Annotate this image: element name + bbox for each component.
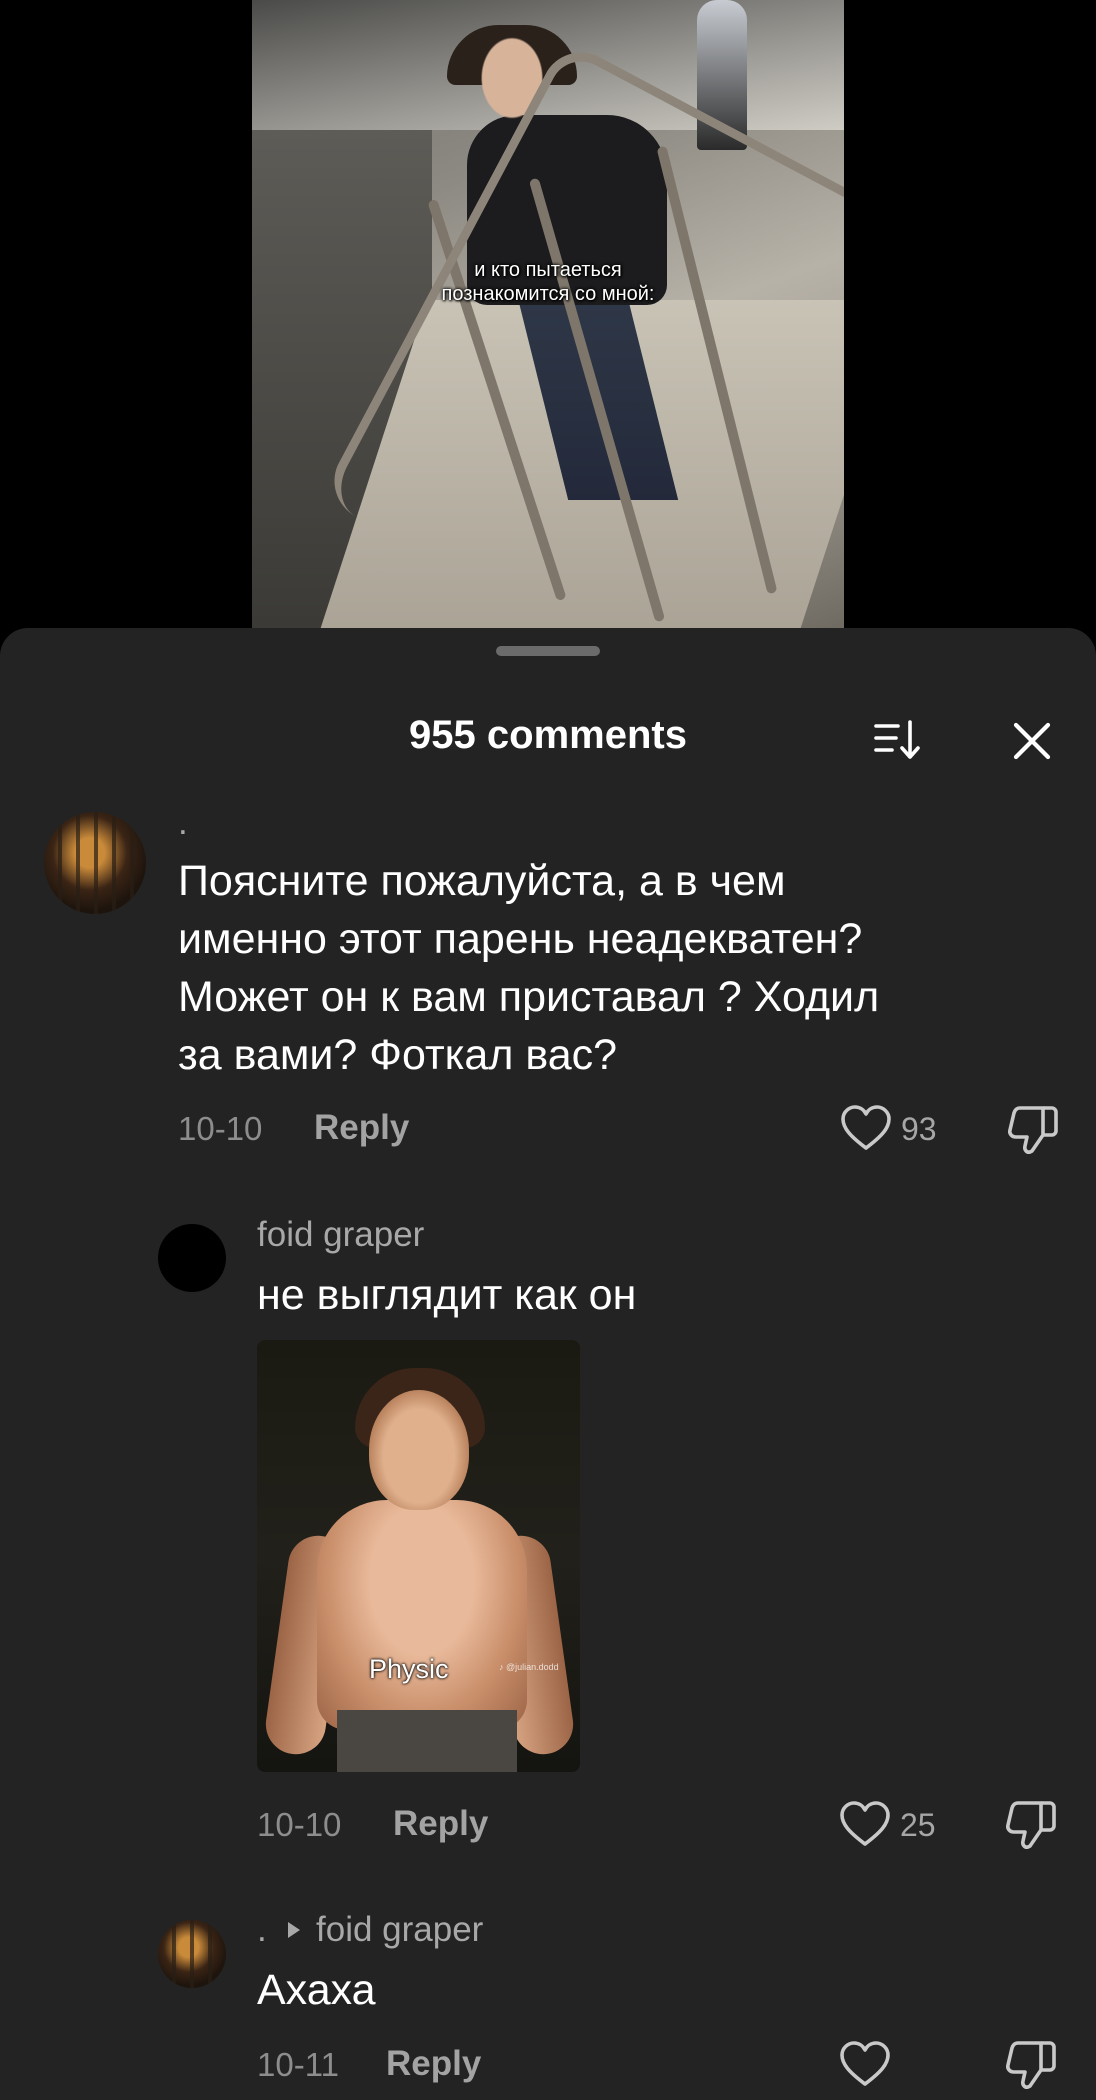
avatar[interactable] [158,1224,226,1292]
video-caption-line: познакомится со мной: [441,283,655,305]
comment-date: 10-10 [257,1806,342,1843]
video-caption-line: и кто пытаеться [474,259,622,281]
reply-arrow-icon [288,1922,300,1938]
comment-text: не выглядит как он [257,1271,637,1319]
comments-count-title: 955 comments [409,713,687,757]
image-figure-pants [337,1710,517,1772]
sort-icon[interactable] [872,714,924,766]
comment-username[interactable]: . [257,1909,267,1951]
comment-text-line: именно этот парень неадекватен? [178,915,863,963]
like-count: 93 [901,1111,937,1147]
dislike-icon[interactable] [1004,2037,1058,2091]
video-caption: и кто пытаеться познакомится со мной: [252,258,844,306]
heart-icon[interactable] [840,1104,892,1152]
comment-date: 10-11 [257,2046,339,2083]
image-figure-torso [317,1500,527,1730]
comment-text: Поясните пожалуйста, а в чем именно этот… [178,852,1058,1084]
comment-text-line: за вами? Фоткал вас? [178,1031,618,1079]
comment-image[interactable]: Physic ♪ @julian.dodd [257,1340,580,1772]
reply-button[interactable]: Reply [386,2044,481,2084]
dislike-icon[interactable] [1004,1797,1058,1851]
image-caption: Physic [369,1654,449,1684]
like-count: 25 [900,1807,936,1843]
close-icon[interactable] [1008,717,1056,765]
comment-date: 10-10 [178,1110,263,1147]
comment-username[interactable]: foid graper [257,1214,424,1256]
drag-handle[interactable] [496,646,600,656]
comment-username[interactable]: . [178,802,188,844]
avatar[interactable] [158,1920,226,1988]
video-frame[interactable]: и кто пытаеться познакомится со мной: [252,0,844,640]
reply-button[interactable]: Reply [314,1108,409,1148]
reply-button[interactable]: Reply [393,1804,488,1844]
dislike-icon[interactable] [1006,1102,1060,1156]
image-figure-head [369,1390,469,1510]
video-area[interactable]: и кто пытаеться познакомится со мной: [0,0,1096,640]
avatar[interactable] [44,812,146,914]
image-watermark: ♪ @julian.dodd [499,1662,559,1672]
reply-to-username[interactable]: foid graper [316,1909,483,1951]
comment-text: Ахаха [257,1966,376,2014]
heart-icon[interactable] [839,1800,891,1848]
comment-text-line: Может он к вам приставал ? Ходил [178,973,880,1021]
comment-text-line: Поясните пожалуйста, а в чем [178,857,786,905]
heart-icon[interactable] [839,2040,891,2088]
